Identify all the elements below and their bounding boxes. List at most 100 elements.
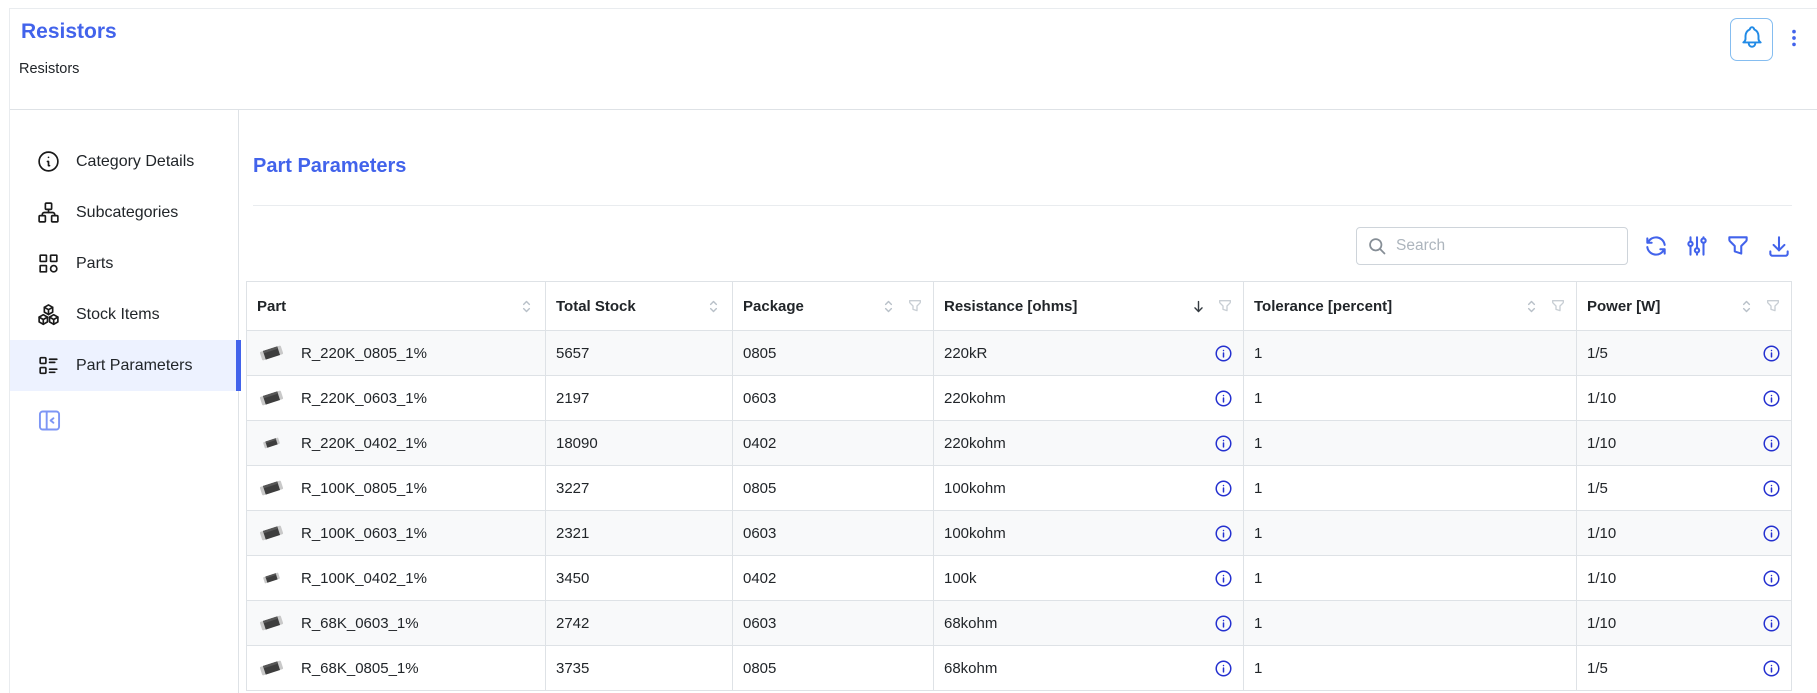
- column-filter-icon[interactable]: [1765, 298, 1781, 314]
- info-icon[interactable]: [1762, 479, 1781, 498]
- table-row[interactable]: R_100K_0603_1% 2321 0603 100kohm 1 1/10: [247, 511, 1792, 556]
- part-thumbnail-image: [257, 478, 285, 498]
- tolerance-cell: 1: [1244, 331, 1577, 376]
- notifications-button[interactable]: [1730, 18, 1773, 61]
- table-header-row: Part Total Stock: [247, 282, 1792, 331]
- table-row[interactable]: R_220K_0603_1% 2197 0603 220kohm 1 1/10: [247, 376, 1792, 421]
- power-value: 1/10: [1587, 390, 1616, 407]
- main-content: Part Parameters: [239, 110, 1817, 693]
- package-cell: 0805: [733, 331, 934, 376]
- part-name[interactable]: R_220K_0603_1%: [301, 390, 427, 407]
- refresh-button[interactable]: [1643, 233, 1669, 259]
- column-header-part[interactable]: Part: [247, 282, 546, 331]
- part-name[interactable]: R_100K_0603_1%: [301, 525, 427, 542]
- sort-selector-icon[interactable]: [880, 298, 897, 315]
- info-icon[interactable]: [1762, 344, 1781, 363]
- part-name[interactable]: R_100K_0402_1%: [301, 570, 427, 587]
- filter-button[interactable]: [1725, 233, 1751, 259]
- info-icon[interactable]: [1762, 614, 1781, 633]
- package-cell: 0805: [733, 466, 934, 511]
- section-divider: [253, 205, 1792, 206]
- breadcrumb[interactable]: Resistors: [19, 61, 79, 77]
- info-icon[interactable]: [1214, 524, 1233, 543]
- part-name[interactable]: R_68K_0603_1%: [301, 615, 419, 632]
- column-header-resistance[interactable]: Resistance [ohms]: [934, 282, 1244, 331]
- sidebar-item-subcategories[interactable]: Subcategories: [10, 187, 238, 238]
- sort-selector-icon[interactable]: [1738, 298, 1755, 315]
- resistance-value: 220kohm: [944, 435, 1006, 452]
- table-body: R_220K_0805_1% 5657 0805 220kR 1 1/5: [247, 331, 1792, 691]
- resistance-value: 100kohm: [944, 480, 1006, 497]
- info-icon[interactable]: [1214, 569, 1233, 588]
- part-thumbnail-image: [257, 388, 285, 408]
- sidebar-item-label: Stock Items: [76, 306, 160, 324]
- info-icon[interactable]: [1762, 434, 1781, 453]
- info-icon[interactable]: [1214, 344, 1233, 363]
- packages-icon: [36, 302, 61, 327]
- download-button[interactable]: [1766, 233, 1792, 259]
- table-row[interactable]: R_100K_0805_1% 3227 0805 100kohm 1 1/5: [247, 466, 1792, 511]
- bell-icon: [1739, 24, 1765, 55]
- column-filter-icon[interactable]: [907, 298, 923, 314]
- info-icon[interactable]: [1762, 569, 1781, 588]
- power-value: 1/10: [1587, 525, 1616, 542]
- tolerance-cell: 1: [1244, 601, 1577, 646]
- power-value: 1/10: [1587, 435, 1616, 452]
- table-row[interactable]: R_100K_0402_1% 3450 0402 100k 1 1/10: [247, 556, 1792, 601]
- total-stock-cell: 2742: [546, 601, 733, 646]
- part-name[interactable]: R_220K_0805_1%: [301, 345, 427, 362]
- info-icon[interactable]: [1762, 389, 1781, 408]
- column-header-tolerance[interactable]: Tolerance [percent]: [1244, 282, 1577, 331]
- column-header-total-stock[interactable]: Total Stock: [546, 282, 733, 331]
- sort-descending-icon[interactable]: [1190, 298, 1207, 315]
- power-value: 1/10: [1587, 615, 1616, 632]
- resistance-value: 100k: [944, 570, 977, 587]
- part-thumbnail-image: [257, 523, 285, 543]
- info-icon[interactable]: [1214, 659, 1233, 678]
- sidebar-item-label: Part Parameters: [76, 357, 192, 375]
- table-row[interactable]: R_68K_0805_1% 3735 0805 68kohm 1 1/5: [247, 646, 1792, 691]
- sort-selector-icon[interactable]: [1523, 298, 1540, 315]
- search-input[interactable]: [1396, 237, 1617, 255]
- table-row[interactable]: R_220K_0402_1% 18090 0402 220kohm 1 1/10: [247, 421, 1792, 466]
- sidebar-item-label: Parts: [76, 255, 113, 273]
- info-icon[interactable]: [1214, 614, 1233, 633]
- sidebar-item-label: Subcategories: [76, 204, 178, 222]
- info-icon[interactable]: [1214, 434, 1233, 453]
- sort-selector-icon[interactable]: [518, 298, 535, 315]
- package-cell: 0603: [733, 376, 934, 421]
- column-header-power[interactable]: Power [W]: [1577, 282, 1792, 331]
- column-filter-icon[interactable]: [1217, 298, 1233, 314]
- list-details-icon: [36, 353, 61, 378]
- table-row[interactable]: R_68K_0603_1% 2742 0603 68kohm 1 1/10: [247, 601, 1792, 646]
- sidebar-collapse-icon: [36, 421, 63, 438]
- sitemap-icon: [36, 200, 61, 225]
- column-header-package[interactable]: Package: [733, 282, 934, 331]
- table-row[interactable]: R_220K_0805_1% 5657 0805 220kR 1 1/5: [247, 331, 1792, 376]
- content-panel: Category Details Subcategories Parts: [10, 110, 1817, 693]
- filter-icon: [1725, 247, 1751, 262]
- sidebar-item-parts[interactable]: Parts: [10, 238, 238, 289]
- sidebar-item-label: Category Details: [76, 153, 194, 171]
- info-icon[interactable]: [1762, 659, 1781, 678]
- power-value: 1/5: [1587, 660, 1608, 677]
- collapse-sidebar-button[interactable]: [36, 407, 63, 434]
- info-icon[interactable]: [1214, 389, 1233, 408]
- column-filter-icon[interactable]: [1550, 298, 1566, 314]
- section-title: Part Parameters: [253, 155, 1817, 178]
- overflow-menu-button[interactable]: [1783, 29, 1805, 51]
- info-icon[interactable]: [1762, 524, 1781, 543]
- sidebar-item-part-parameters[interactable]: Part Parameters: [10, 340, 238, 391]
- total-stock-cell: 3227: [546, 466, 733, 511]
- info-icon[interactable]: [1214, 479, 1233, 498]
- part-name[interactable]: R_220K_0402_1%: [301, 435, 427, 452]
- part-name[interactable]: R_100K_0805_1%: [301, 480, 427, 497]
- table-settings-button[interactable]: [1684, 233, 1710, 259]
- resistance-value: 220kohm: [944, 390, 1006, 407]
- sidebar-item-category-details[interactable]: Category Details: [10, 136, 238, 187]
- part-name[interactable]: R_68K_0805_1%: [301, 660, 419, 677]
- refresh-icon: [1643, 247, 1669, 262]
- sort-selector-icon[interactable]: [705, 298, 722, 315]
- sidebar-item-stock-items[interactable]: Stock Items: [10, 289, 238, 340]
- package-cell: 0402: [733, 556, 934, 601]
